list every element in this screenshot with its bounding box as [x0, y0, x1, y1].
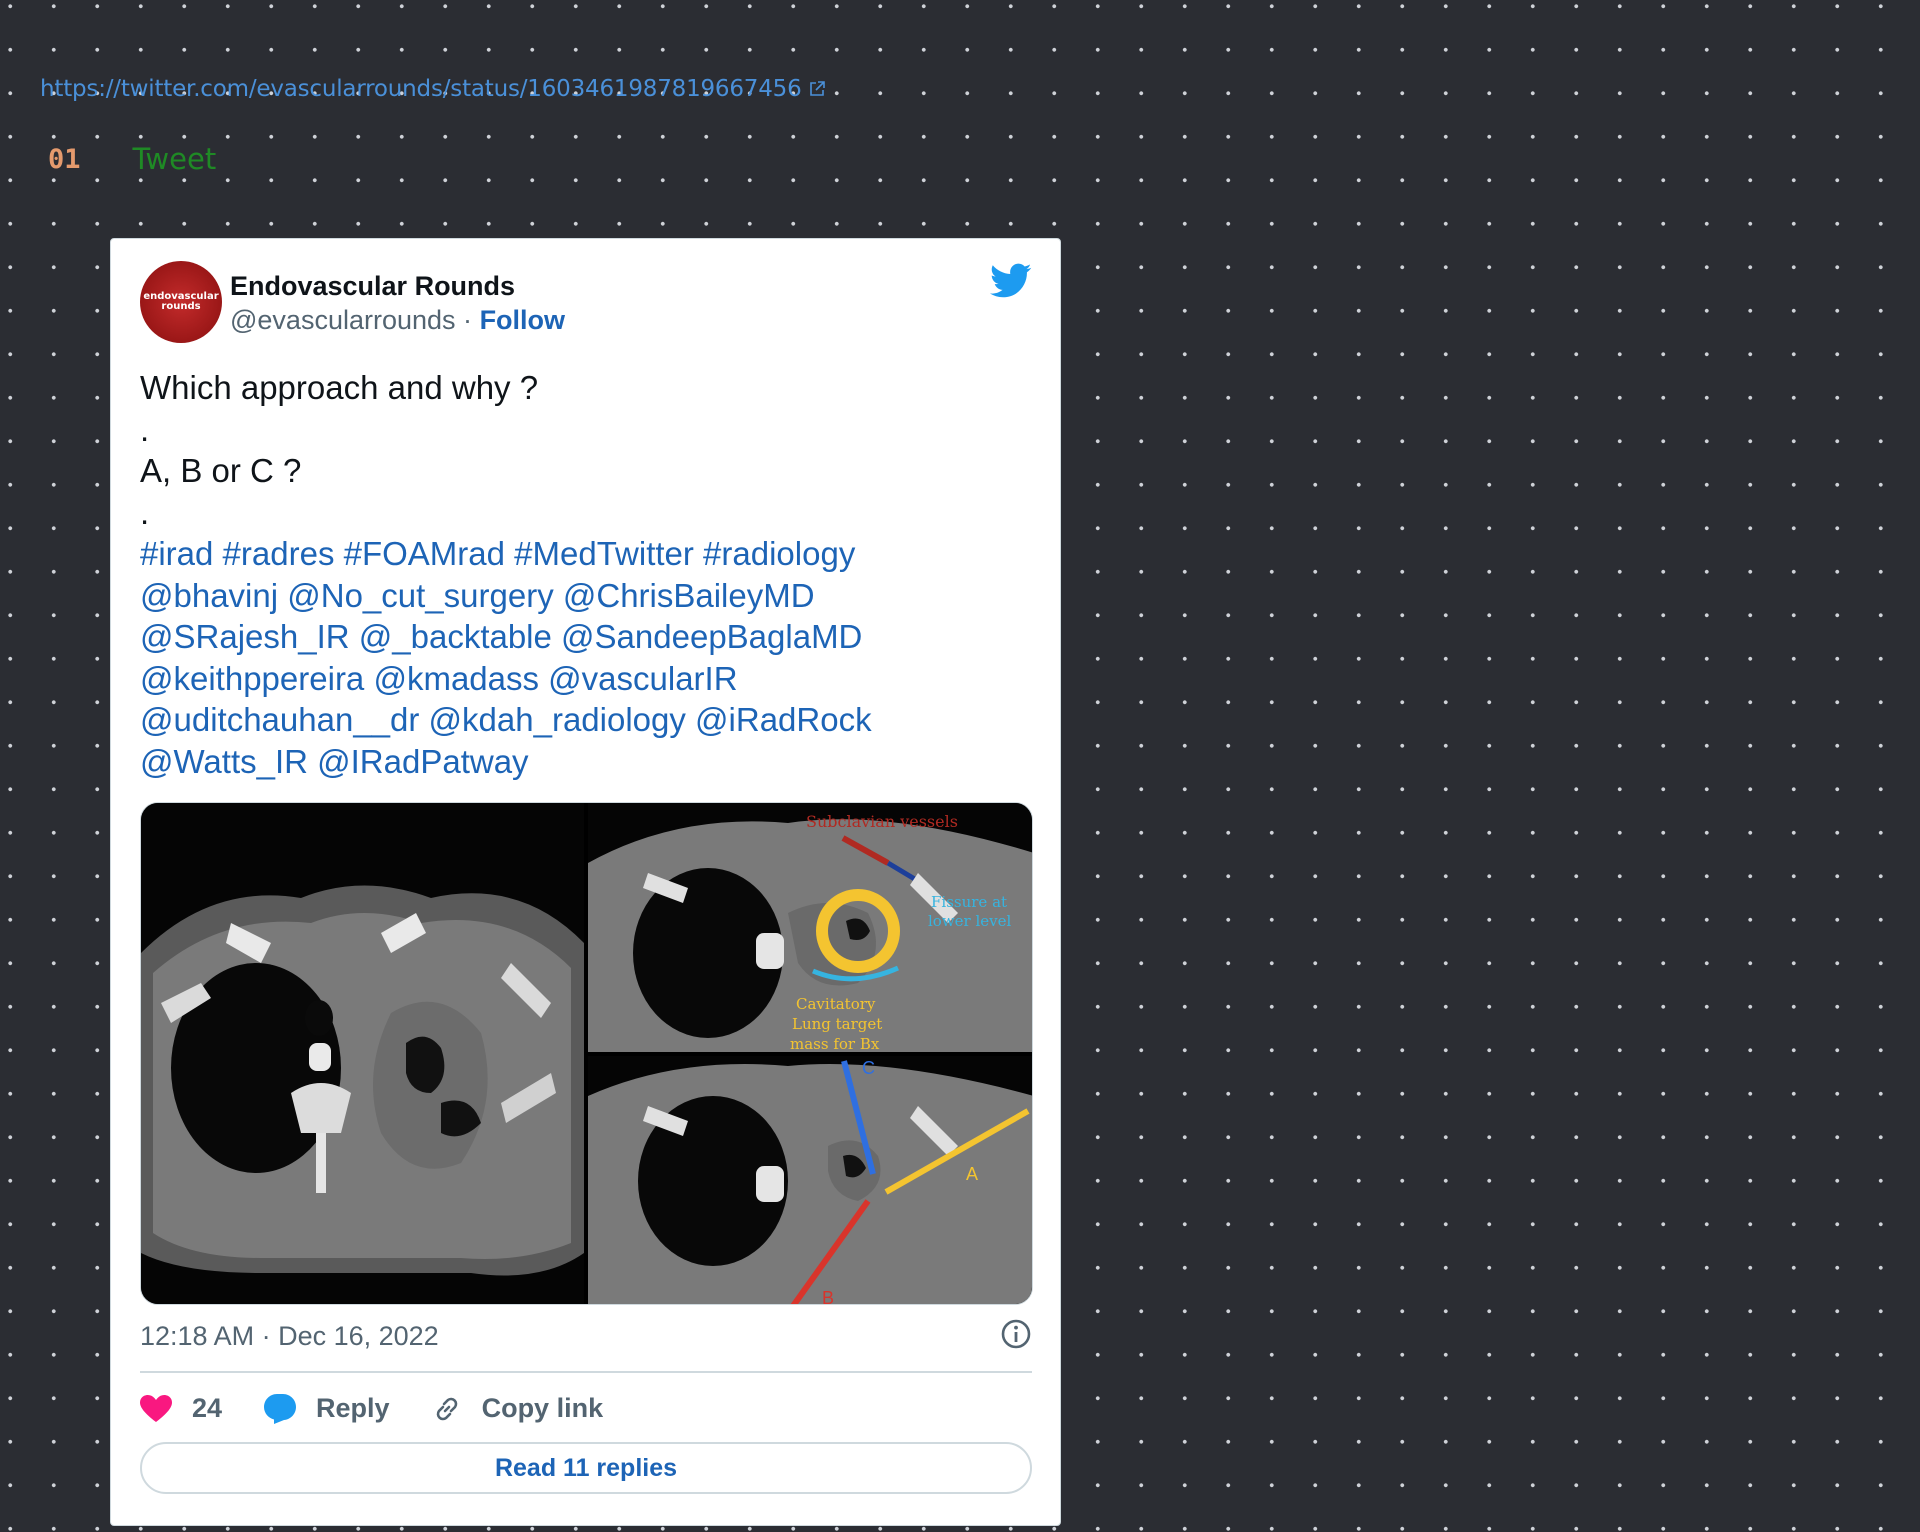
mention-line[interactable]: @Watts_IR @IRadPatway [140, 743, 529, 780]
mention-line[interactable]: @bhavinj @No_cut_surgery @ChrisBaileyMD [140, 577, 815, 614]
tweet-media-grid: Subclavian vessels Fissure at lower leve… [140, 802, 1033, 1305]
info-icon[interactable] [1000, 1318, 1032, 1350]
label-target-1: Cavitatory [796, 995, 876, 1013]
mention-line[interactable]: @SRajesh_IR @_backtable @SandeepBaglaMD [140, 618, 862, 655]
tweet-embed-card: endovascular rounds Endovascular Rounds … [110, 238, 1061, 1526]
read-replies-label: Read 11 replies [494, 1453, 678, 1482]
author-handle[interactable]: @evascularrounds [230, 305, 456, 335]
external-link-icon [809, 81, 825, 96]
label-target-3: mass for Bx [790, 1035, 880, 1052]
label-subclavian-vessels: Subclavian vessels [806, 812, 958, 831]
ct-scan-image-approaches[interactable]: C A B [588, 1056, 1032, 1305]
reply-button[interactable]: Reply [264, 1393, 390, 1424]
copy-link-icon [436, 1397, 457, 1420]
like-button[interactable]: 24 [140, 1393, 222, 1424]
follow-link[interactable]: Follow [480, 305, 565, 335]
tweet-body: Which approach and why ? . A, B or C ? .… [140, 367, 1020, 782]
section-heading: 01 Tweet [48, 142, 216, 176]
twitter-bird-icon[interactable] [990, 263, 1032, 299]
tweet-actions: 24 Reply Copy link [140, 1393, 645, 1424]
label-approach-b: B [822, 1288, 834, 1305]
tweet-text-line: . [140, 410, 150, 448]
tweet-text-line: . [140, 493, 150, 531]
hashtag-line[interactable]: #irad #radres #FOAMrad #MedTwitter #radi… [140, 535, 855, 572]
copy-link-button[interactable]: Copy link [432, 1393, 604, 1424]
author-handle-row: @evascularrounds · Follow [230, 305, 565, 336]
mention-line[interactable]: @uditchauhan__dr @kdah_radiology @iRadRo… [140, 701, 872, 738]
label-fissure-1: Fissure at [931, 893, 1007, 911]
reply-bubble-icon [264, 1393, 297, 1424]
ct-scan-image-left[interactable] [141, 803, 584, 1304]
label-approach-c: C [862, 1058, 875, 1078]
mention-line[interactable]: @keithppereira @kmadass @vascularIR [140, 660, 738, 697]
copy-link-label: Copy link [481, 1393, 604, 1423]
handle-separator: · [463, 305, 473, 335]
tweet-timestamp[interactable]: 12:18 AM · Dec 16, 2022 [140, 1321, 439, 1352]
tweet-text-line: A, B or C ? [140, 452, 302, 489]
reply-label: Reply [316, 1393, 390, 1423]
tweet-url-link[interactable]: https://twitter.com/evascularrounds/stat… [40, 76, 826, 102]
heart-icon [140, 1394, 172, 1422]
label-fissure-2: lower level [928, 912, 1012, 930]
like-count: 24 [192, 1393, 223, 1423]
label-target-2: Lung target [792, 1015, 882, 1033]
section-number: 01 [48, 143, 81, 175]
label-approach-a: A [966, 1164, 978, 1184]
ct-scan-image-annotated-top[interactable]: Subclavian vessels Fissure at lower leve… [588, 803, 1032, 1052]
tweet-url-text: https://twitter.com/evascularrounds/stat… [40, 76, 802, 102]
divider [140, 1371, 1032, 1373]
avatar-logo-text-2: rounds [161, 301, 201, 312]
section-title: Tweet [132, 142, 217, 176]
author-avatar[interactable]: endovascular rounds [140, 261, 222, 343]
author-name[interactable]: Endovascular Rounds [230, 271, 515, 302]
tweet-text-line: Which approach and why ? [140, 369, 539, 406]
read-replies-button[interactable]: Read 11 replies [140, 1442, 1032, 1494]
